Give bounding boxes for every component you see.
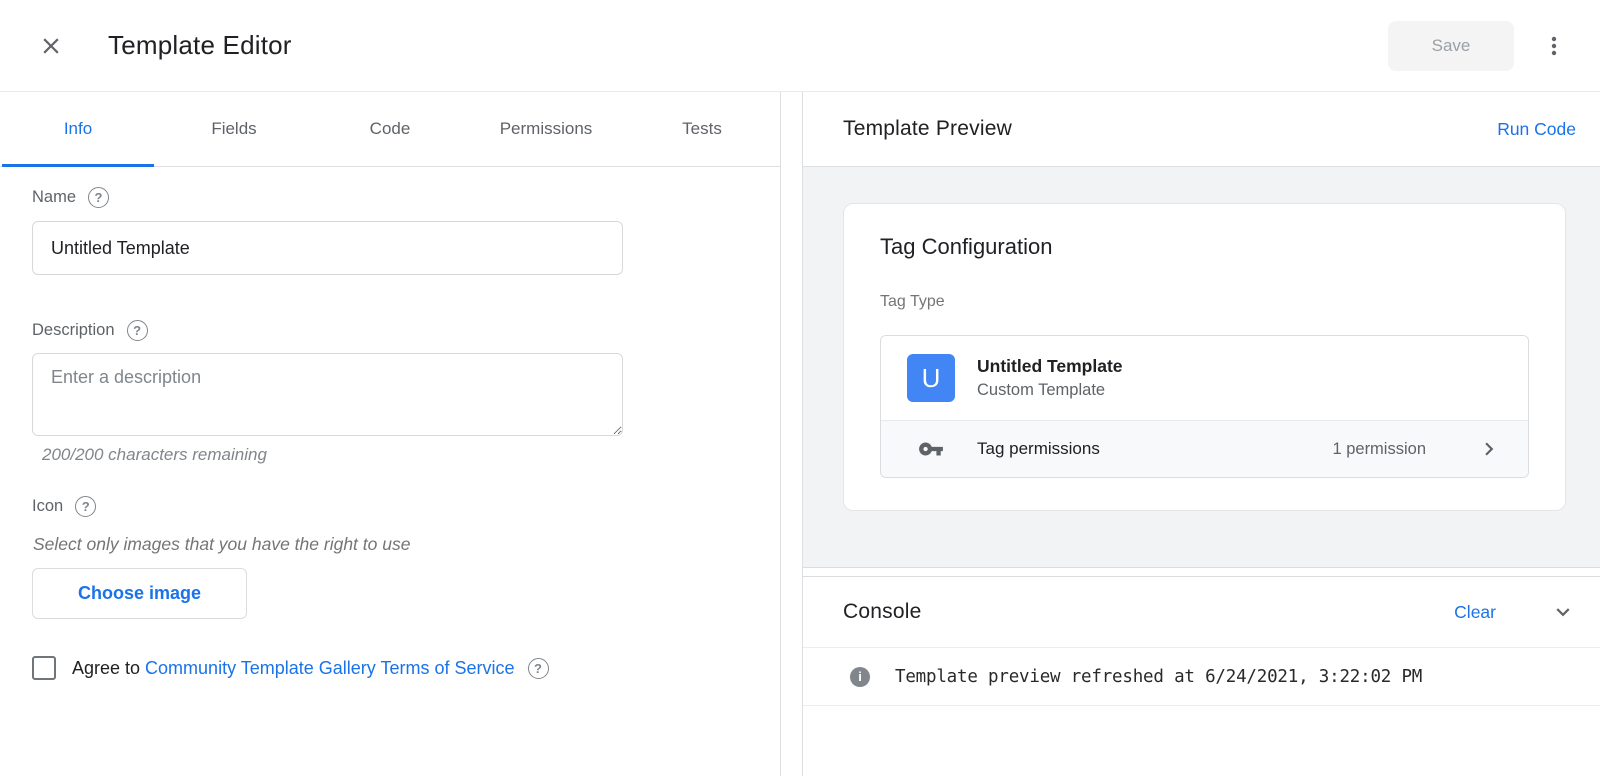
tag-permissions-row[interactable]: Tag permissions 1 permission bbox=[881, 420, 1528, 477]
tag-name: Untitled Template bbox=[977, 356, 1123, 377]
top-bar: Template Editor Save bbox=[0, 0, 1600, 92]
icon-help-icon[interactable]: ? bbox=[75, 496, 96, 517]
horizontal-splitter[interactable] bbox=[803, 568, 1600, 576]
template-preview-title: Template Preview bbox=[843, 117, 1012, 141]
icon-label-row: Icon ? bbox=[32, 496, 748, 517]
tab-permissions[interactable]: Permissions bbox=[468, 92, 624, 166]
permission-count: 1 permission bbox=[1332, 440, 1426, 459]
agree-row: Agree to Community Template Gallery Term… bbox=[32, 656, 748, 680]
tag-type-box: U Untitled Template Custom Template Tag … bbox=[880, 335, 1529, 478]
agree-checkbox[interactable] bbox=[32, 656, 56, 680]
tag-subtitle: Custom Template bbox=[977, 381, 1123, 400]
description-help-icon[interactable]: ? bbox=[127, 320, 148, 341]
agree-prefix: Agree to bbox=[72, 658, 145, 678]
save-button[interactable]: Save bbox=[1388, 21, 1514, 71]
console-collapse-button[interactable] bbox=[1550, 599, 1576, 625]
vertical-splitter[interactable] bbox=[781, 92, 802, 776]
editor-tabs: Info Fields Code Permissions Tests bbox=[0, 92, 780, 167]
page-title: Template Editor bbox=[108, 30, 292, 61]
console-message: Template preview refreshed at 6/24/2021,… bbox=[895, 667, 1422, 687]
kebab-menu-icon bbox=[1542, 34, 1566, 58]
tag-configuration-title: Tag Configuration bbox=[880, 234, 1529, 260]
agree-help-icon[interactable]: ? bbox=[528, 658, 549, 679]
description-textarea[interactable] bbox=[32, 353, 623, 436]
key-slot bbox=[907, 436, 955, 462]
tag-configuration-card: Tag Configuration Tag Type U Untitled Te… bbox=[843, 203, 1566, 511]
chevron-right-icon bbox=[1476, 436, 1502, 462]
description-label-row: Description ? bbox=[32, 320, 748, 341]
run-code-button[interactable]: Run Code bbox=[1497, 119, 1576, 140]
characters-remaining-text: 200/200 characters remaining bbox=[32, 445, 748, 465]
console-empty-area bbox=[803, 706, 1600, 776]
tab-fields[interactable]: Fields bbox=[156, 92, 312, 166]
info-icon: i bbox=[850, 667, 870, 687]
preview-area: Tag Configuration Tag Type U Untitled Te… bbox=[803, 167, 1600, 568]
console-clear-button[interactable]: Clear bbox=[1454, 602, 1496, 623]
tab-info[interactable]: Info bbox=[0, 92, 156, 166]
tag-titles: Untitled Template Custom Template bbox=[977, 356, 1123, 400]
chevron-down-icon bbox=[1550, 599, 1576, 625]
icon-label: Icon bbox=[32, 497, 63, 516]
editor-panel: Info Fields Code Permissions Tests Name … bbox=[0, 92, 781, 776]
console-title: Console bbox=[843, 600, 1454, 624]
key-icon bbox=[918, 436, 944, 462]
description-label: Description bbox=[32, 321, 115, 340]
terms-of-service-link[interactable]: Community Template Gallery Terms of Serv… bbox=[145, 658, 514, 678]
preview-panel: Template Preview Run Code Tag Configurat… bbox=[802, 92, 1600, 776]
template-preview-header: Template Preview Run Code bbox=[803, 92, 1600, 167]
main-split: Info Fields Code Permissions Tests Name … bbox=[0, 92, 1600, 776]
console-section: Console Clear i Template preview refresh… bbox=[803, 576, 1600, 776]
chevron-slot bbox=[1476, 436, 1502, 462]
tag-type-row: U Untitled Template Custom Template bbox=[881, 336, 1528, 420]
tag-permissions-label: Tag permissions bbox=[977, 439, 1332, 459]
template-letter-icon: U bbox=[907, 354, 955, 402]
console-log-row: i Template preview refreshed at 6/24/202… bbox=[803, 648, 1600, 706]
tab-tests[interactable]: Tests bbox=[624, 92, 780, 166]
name-label-row: Name ? bbox=[32, 187, 748, 208]
icon-usage-note: Select only images that you have the rig… bbox=[32, 534, 748, 555]
agree-label: Agree to Community Template Gallery Term… bbox=[72, 658, 515, 679]
more-options-button[interactable] bbox=[1534, 26, 1574, 66]
tag-type-label: Tag Type bbox=[880, 293, 1529, 311]
name-input[interactable] bbox=[32, 221, 623, 275]
choose-image-button[interactable]: Choose image bbox=[32, 568, 247, 619]
close-icon bbox=[38, 33, 64, 59]
tab-code[interactable]: Code bbox=[312, 92, 468, 166]
info-form: Name ? Description ? 200/200 characters … bbox=[0, 167, 780, 776]
name-help-icon[interactable]: ? bbox=[88, 187, 109, 208]
console-header: Console Clear bbox=[803, 577, 1600, 648]
template-editor-window: Template Editor Save Info Fields Code Pe… bbox=[0, 0, 1600, 776]
name-label: Name bbox=[32, 188, 76, 207]
close-button[interactable] bbox=[38, 33, 64, 59]
